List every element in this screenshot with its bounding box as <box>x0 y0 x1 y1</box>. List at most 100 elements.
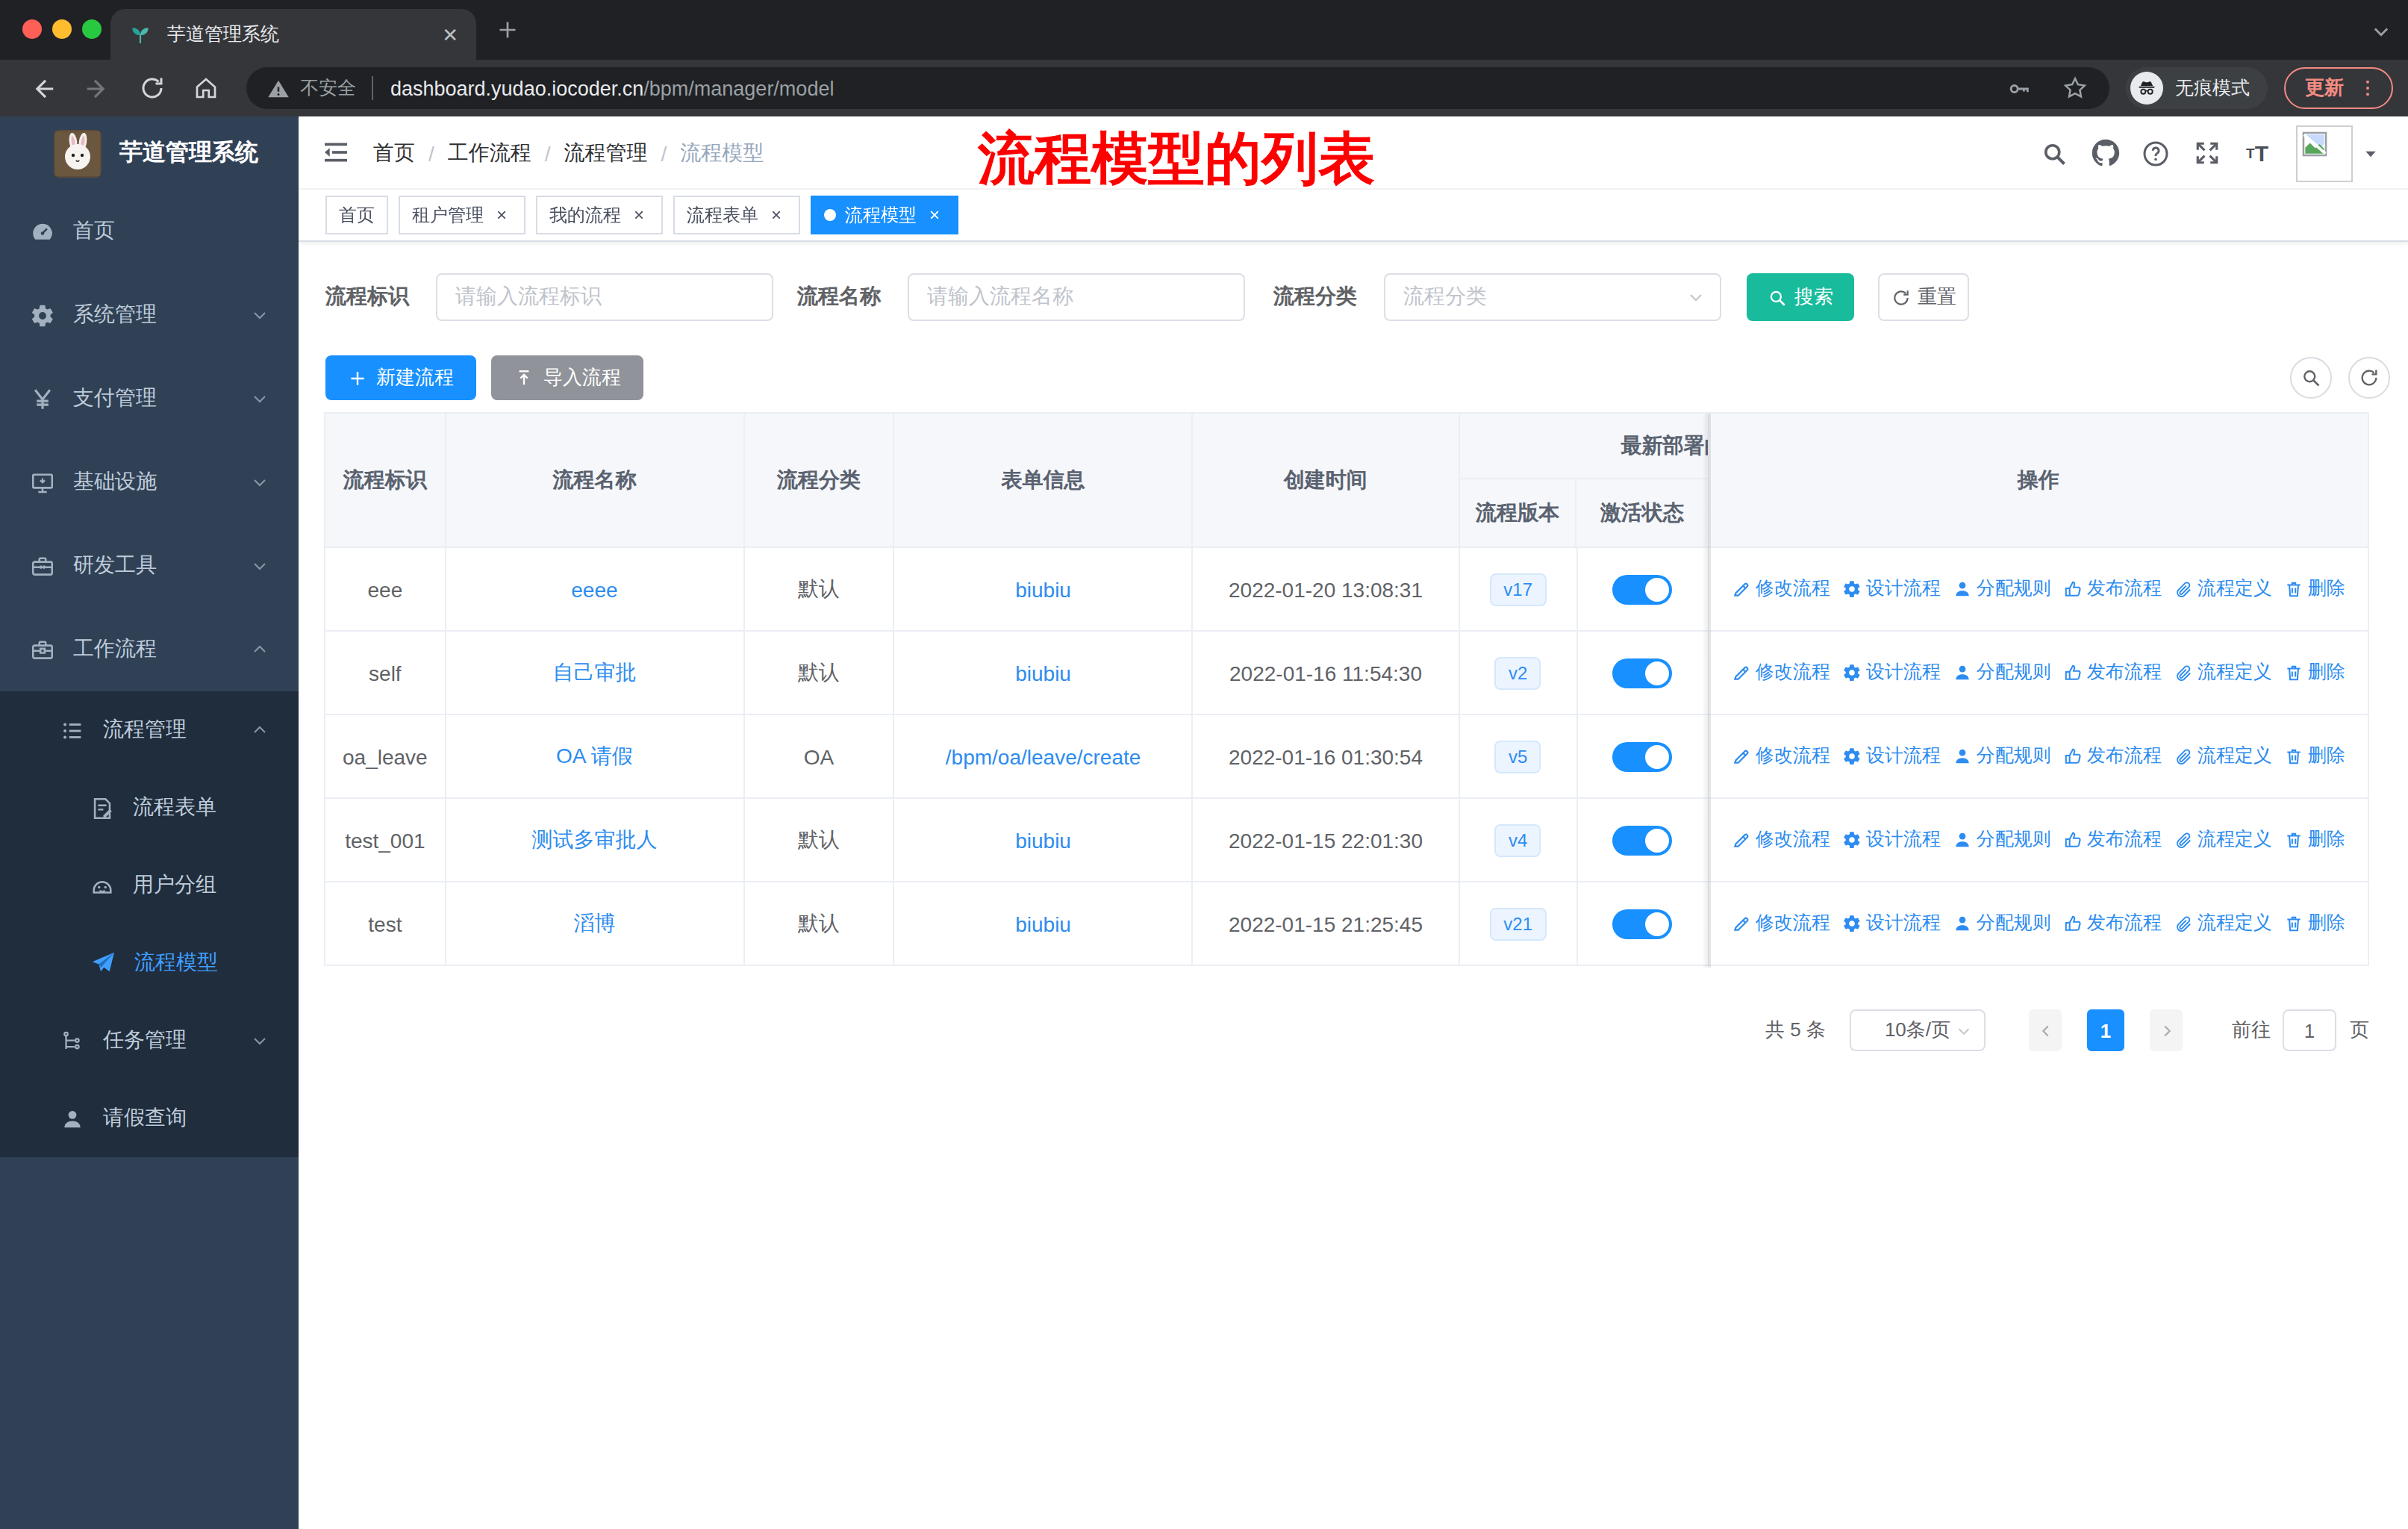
avatar[interactable] <box>2296 125 2353 181</box>
cell-name-link[interactable]: OA 请假 <box>556 743 633 770</box>
tab-search-chevron-icon[interactable] <box>2371 21 2392 42</box>
create-flow-button[interactable]: 新建流程 <box>325 355 476 400</box>
action-设计流程[interactable]: 设计流程 <box>1842 660 1941 685</box>
action-删除[interactable]: 删除 <box>2284 744 2345 769</box>
cell-name-link[interactable]: 测试多审批人 <box>531 826 657 853</box>
sidebar-logo[interactable]: 芋道管理系统 <box>0 116 299 190</box>
home-button[interactable] <box>193 75 219 102</box>
tag-close-icon[interactable]: × <box>491 205 512 225</box>
show-search-mini-button[interactable] <box>2290 357 2332 399</box>
action-修改流程[interactable]: 修改流程 <box>1732 660 1830 685</box>
update-button[interactable]: 更新 <box>2284 67 2393 109</box>
action-修改流程[interactable]: 修改流程 <box>1732 911 1830 936</box>
tag-首页[interactable]: 首页 <box>325 196 388 234</box>
refresh-mini-button[interactable] <box>2348 357 2390 399</box>
action-修改流程[interactable]: 修改流程 <box>1732 576 1830 602</box>
filter-select-2[interactable]: 流程分类 <box>1384 273 1721 321</box>
version-tag[interactable]: v5 <box>1495 740 1541 773</box>
help-icon[interactable] <box>2138 135 2174 171</box>
action-设计流程[interactable]: 设计流程 <box>1842 576 1941 602</box>
action-设计流程[interactable]: 设计流程 <box>1842 744 1941 769</box>
tag-close-icon[interactable]: × <box>766 205 787 225</box>
cell-name-link[interactable]: 滔博 <box>573 910 615 937</box>
action-流程定义[interactable]: 流程定义 <box>2174 911 2272 936</box>
version-tag[interactable]: v2 <box>1495 656 1541 689</box>
tab-close-icon[interactable]: ✕ <box>442 23 458 46</box>
sidebar-item-8[interactable]: 用户分组 <box>0 847 299 924</box>
goto-page-input[interactable]: 1 <box>2283 1009 2336 1051</box>
sidebar-item-2[interactable]: 支付管理 <box>0 357 299 440</box>
sidebar-item-0[interactable]: 首页 <box>0 190 299 273</box>
tag-close-icon[interactable]: × <box>628 205 649 225</box>
action-分配规则[interactable]: 分配规则 <box>1953 744 2051 769</box>
cell-name-link[interactable]: eeee <box>571 577 617 601</box>
cell-name-link[interactable]: 自己审批 <box>552 659 636 686</box>
sidebar-item-7[interactable]: 流程表单 <box>0 769 299 847</box>
new-tab-button[interactable] <box>494 16 521 43</box>
active-toggle[interactable] <box>1612 741 1672 771</box>
action-删除[interactable]: 删除 <box>2284 576 2345 602</box>
font-size-icon[interactable]: TT <box>2239 135 2275 171</box>
action-分配规则[interactable]: 分配规则 <box>1953 660 2051 685</box>
action-发布流程[interactable]: 发布流程 <box>2063 576 2162 602</box>
security-label[interactable]: 不安全 <box>300 75 356 101</box>
action-发布流程[interactable]: 发布流程 <box>2063 744 2162 769</box>
cell-form-link[interactable]: biubiu <box>1015 912 1071 935</box>
forward-button[interactable] <box>84 74 112 102</box>
action-删除[interactable]: 删除 <box>2284 827 2345 853</box>
current-page-button[interactable]: 1 <box>2087 1009 2124 1051</box>
action-发布流程[interactable]: 发布流程 <box>2063 827 2162 853</box>
action-修改流程[interactable]: 修改流程 <box>1732 827 1830 853</box>
search-icon[interactable] <box>2036 135 2072 171</box>
avatar-caret-icon[interactable] <box>2363 146 2378 161</box>
sidebar-item-6[interactable]: 流程管理 <box>0 691 299 769</box>
active-toggle[interactable] <box>1612 658 1672 688</box>
tag-我的流程[interactable]: 我的流程× <box>536 196 663 234</box>
action-设计流程[interactable]: 设计流程 <box>1842 827 1941 853</box>
active-toggle[interactable] <box>1612 909 1672 938</box>
action-删除[interactable]: 删除 <box>2284 911 2345 936</box>
filter-input-0[interactable]: 请输入流程标识 <box>436 273 773 321</box>
prev-page-button[interactable] <box>2029 1009 2062 1051</box>
window-minimize-button[interactable] <box>52 19 72 39</box>
action-发布流程[interactable]: 发布流程 <box>2063 660 2162 685</box>
github-icon[interactable] <box>2087 135 2123 171</box>
action-流程定义[interactable]: 流程定义 <box>2174 576 2272 602</box>
active-toggle[interactable] <box>1612 574 1672 604</box>
version-tag[interactable]: v4 <box>1495 823 1541 856</box>
reset-button[interactable]: 重置 <box>1878 273 1969 321</box>
version-tag[interactable]: v17 <box>1490 573 1546 605</box>
action-分配规则[interactable]: 分配规则 <box>1953 911 2051 936</box>
tag-流程模型[interactable]: 流程模型× <box>811 196 958 234</box>
cell-form-link[interactable]: biubiu <box>1015 828 1071 852</box>
breadcrumb-item[interactable]: 流程管理 <box>564 140 648 166</box>
active-toggle[interactable] <box>1612 825 1672 855</box>
hamburger-icon[interactable] <box>321 137 351 167</box>
action-分配规则[interactable]: 分配规则 <box>1953 576 2051 602</box>
version-tag[interactable]: v21 <box>1490 907 1546 940</box>
breadcrumb-item[interactable]: 首页 <box>373 140 415 166</box>
sidebar-item-9[interactable]: 流程模型 <box>0 924 299 1002</box>
action-删除[interactable]: 删除 <box>2284 660 2345 685</box>
reload-button[interactable] <box>139 75 166 102</box>
cell-form-link[interactable]: biubiu <box>1015 577 1071 601</box>
action-设计流程[interactable]: 设计流程 <box>1842 911 1941 936</box>
tag-租户管理[interactable]: 租户管理× <box>399 196 525 234</box>
import-flow-button[interactable]: 导入流程 <box>491 355 643 400</box>
action-发布流程[interactable]: 发布流程 <box>2063 911 2162 936</box>
password-key-icon[interactable] <box>2006 75 2032 101</box>
cell-form-link[interactable]: biubiu <box>1015 661 1071 685</box>
sidebar-item-5[interactable]: 工作流程 <box>0 608 299 691</box>
next-page-button[interactable] <box>2150 1009 2183 1051</box>
address-bar[interactable]: 不安全 dashboard.yudao.iocoder.cn/bpm/manag… <box>246 67 2109 109</box>
sidebar-item-10[interactable]: 任务管理 <box>0 1002 299 1080</box>
sidebar-item-3[interactable]: 基础设施 <box>0 440 299 524</box>
bookmark-star-icon[interactable] <box>2062 75 2089 102</box>
window-zoom-button[interactable] <box>82 19 102 39</box>
action-流程定义[interactable]: 流程定义 <box>2174 660 2272 685</box>
browser-tab[interactable]: 芋道管理系统 ✕ <box>110 9 476 60</box>
action-流程定义[interactable]: 流程定义 <box>2174 744 2272 769</box>
browser-menu-dots-icon[interactable] <box>2357 78 2378 99</box>
cell-form-link[interactable]: /bpm/oa/leave/create <box>946 744 1141 768</box>
window-close-button[interactable] <box>22 19 42 39</box>
